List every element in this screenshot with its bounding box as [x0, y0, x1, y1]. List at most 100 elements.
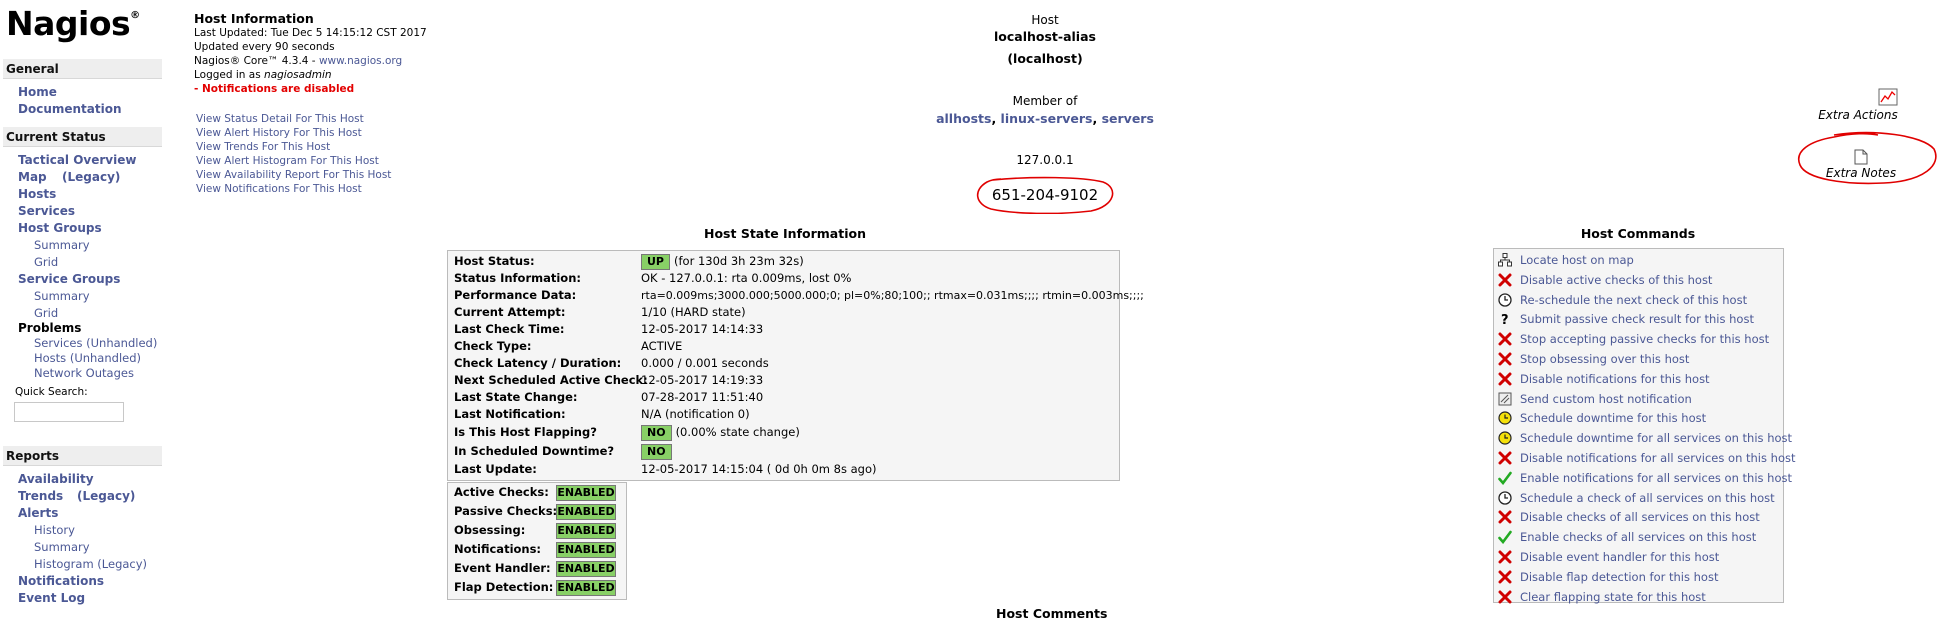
- last-updated: Last Updated: Tue Dec 5 14:15:12 CST 201…: [194, 27, 427, 39]
- nav-documentation[interactable]: Documentation: [18, 102, 122, 116]
- downtime-no-badge: NO: [641, 444, 672, 460]
- host-command-label[interactable]: Enable checks of all services on this ho…: [1520, 528, 1756, 546]
- nav-tactical-overview[interactable]: Tactical Overview: [18, 153, 136, 167]
- host-address: 127.0.0.1: [1016, 153, 1074, 167]
- nav-notifications[interactable]: Notifications: [18, 574, 104, 588]
- host-commands-title: Host Commands: [1580, 226, 1696, 241]
- host-command-label[interactable]: Schedule downtime for all services on th…: [1520, 429, 1792, 447]
- link-trends[interactable]: View Trends For This Host: [196, 140, 391, 154]
- host-command-label[interactable]: Disable flap detection for this host: [1520, 568, 1718, 586]
- checkmark-icon: [1498, 471, 1512, 485]
- red-x-icon: [1498, 372, 1512, 386]
- red-x-icon: [1498, 510, 1512, 524]
- section-reports: Reports: [3, 446, 162, 466]
- host-command-label[interactable]: Disable active checks of this host: [1520, 271, 1712, 289]
- nav-trends-legacy[interactable]: (Legacy): [77, 489, 135, 503]
- check-row: Obsessing: ENABLED: [454, 523, 616, 539]
- red-x-icon: [1498, 352, 1512, 366]
- nagios-logo[interactable]: Nagios®: [6, 4, 140, 43]
- host-groups-list: allhosts, linux-servers, servers: [936, 111, 1154, 126]
- check-row: Event Handler: ENABLED: [454, 561, 616, 577]
- update-interval: Updated every 90 seconds: [194, 41, 335, 53]
- clock-icon: [1498, 490, 1512, 505]
- link-notifications[interactable]: View Notifications For This Host: [196, 182, 391, 196]
- link-status-detail[interactable]: View Status Detail For This Host: [196, 112, 391, 126]
- nav-map[interactable]: Map: [18, 170, 47, 184]
- nav-service-groups[interactable]: Service Groups: [18, 272, 120, 286]
- nav-problems: Problems: [18, 321, 82, 335]
- quick-search-input[interactable]: [14, 402, 124, 422]
- sidebar: Nagios® General Home Documentation Curre…: [0, 0, 170, 615]
- host-command-label[interactable]: Disable checks of all services on this h…: [1520, 508, 1760, 526]
- version-line: Nagios® Core™ 4.3.4 - www.nagios.org: [194, 55, 403, 67]
- host-command-label[interactable]: Schedule downtime for this host: [1520, 409, 1706, 427]
- checkmark-icon: [1498, 530, 1512, 545]
- host-command-label[interactable]: Disable notifications for this host: [1520, 370, 1710, 388]
- host-state-table: Host Status: UP (for 130d 3h 23m 32s) Stat…: [447, 250, 1144, 481]
- nav-trends[interactable]: Trends: [18, 489, 63, 503]
- link-availability-report[interactable]: View Availability Report For This Host: [196, 168, 391, 182]
- nav-hosts[interactable]: Hosts: [18, 187, 56, 201]
- host-label: Host: [1031, 13, 1059, 27]
- nav-host-groups[interactable]: Host Groups: [18, 221, 102, 235]
- group-link-allhosts[interactable]: allhosts: [936, 111, 991, 126]
- check-row: Passive Checks: ENABLED: [454, 504, 616, 520]
- host-name: (localhost): [1007, 51, 1083, 66]
- nav-services[interactable]: Services: [18, 204, 75, 218]
- host-command-label[interactable]: Clear flapping state for this host: [1520, 588, 1706, 606]
- check-row: Active Checks: ENABLED: [454, 485, 616, 501]
- clock-icon: [1498, 292, 1512, 307]
- red-x-icon: [1498, 332, 1512, 346]
- nav-network-outages[interactable]: Network Outages: [34, 366, 134, 380]
- red-x-icon: [1498, 570, 1512, 584]
- host-command-label[interactable]: Disable event handler for this host: [1520, 548, 1719, 566]
- nav-hosts-unhandled[interactable]: Hosts (Unhandled): [34, 351, 141, 365]
- checks-table: Active Checks: ENABLED Passive Checks: ENA…: [447, 482, 627, 600]
- host-command-label[interactable]: Schedule a check of all services on this…: [1520, 489, 1775, 507]
- downtime-icon: [1498, 411, 1512, 425]
- extra-actions-label[interactable]: Extra Actions: [1818, 108, 1898, 122]
- nav-event-log[interactable]: Event Log: [18, 591, 85, 605]
- page-title: Host Information: [194, 11, 314, 26]
- host-command-label[interactable]: Stop obsessing over this host: [1520, 350, 1689, 368]
- chart-icon: [1878, 88, 1898, 106]
- link-alert-history[interactable]: View Alert History For This Host: [196, 126, 391, 140]
- nav-servicegroups-summary[interactable]: Summary: [34, 289, 90, 303]
- group-link-linux-servers[interactable]: linux-servers: [1001, 111, 1093, 126]
- host-command-label[interactable]: Send custom host notification: [1520, 390, 1692, 408]
- enabled-badge: ENABLED: [556, 542, 616, 558]
- extra-notes[interactable]: Extra Notes: [1796, 131, 1937, 185]
- host-links: View Status Detail For This Host View Al…: [196, 112, 391, 196]
- nav-home[interactable]: Home: [18, 85, 57, 99]
- host-alias: localhost-alias: [994, 29, 1096, 44]
- logged-in-user: nagiosadmin: [264, 69, 332, 81]
- host-command-label[interactable]: Locate host on map: [1520, 251, 1634, 269]
- nav-services-unhandled[interactable]: Services (Unhandled): [34, 336, 157, 350]
- nav-hostgroups-summary[interactable]: Summary: [34, 238, 90, 252]
- host-command-label[interactable]: Re-schedule the next check of this host: [1520, 291, 1747, 309]
- group-link-servers[interactable]: servers: [1102, 111, 1154, 126]
- extra-notes-label[interactable]: Extra Notes: [1796, 166, 1926, 180]
- extra-actions[interactable]: Extra Actions: [1808, 88, 1908, 122]
- nav-alerts-histogram[interactable]: Histogram (Legacy): [34, 557, 147, 571]
- host-command-label[interactable]: Submit passive check result for this hos…: [1520, 310, 1754, 328]
- host-command-label[interactable]: Stop accepting passive checks for this h…: [1520, 330, 1769, 348]
- nav-map-legacy[interactable]: (Legacy): [62, 170, 120, 184]
- phone-annotation: 651-204-9102: [973, 176, 1117, 214]
- enabled-badge: ENABLED: [556, 504, 616, 520]
- nav-servicegroups-grid[interactable]: Grid: [34, 306, 58, 320]
- nagios-org-link[interactable]: www.nagios.org: [319, 55, 402, 67]
- nav-alerts[interactable]: Alerts: [18, 506, 58, 520]
- link-alert-histogram[interactable]: View Alert Histogram For This Host: [196, 154, 391, 168]
- host-command-label[interactable]: Enable notifications for all services on…: [1520, 469, 1792, 487]
- nav-alerts-history[interactable]: History: [34, 523, 75, 537]
- host-phone: 651-204-9102: [991, 186, 1099, 204]
- host-command-label[interactable]: Disable notifications for all services o…: [1520, 449, 1795, 467]
- nav-alerts-summary[interactable]: Summary: [34, 540, 90, 554]
- nav-availability[interactable]: Availability: [18, 472, 94, 486]
- notifications-disabled-warning: - Notifications are disabled: [194, 83, 355, 95]
- nav-hostgroups-grid[interactable]: Grid: [34, 255, 58, 269]
- enabled-badge: ENABLED: [556, 561, 616, 577]
- host-info-panel: Host Information Last Updated: Tue Dec 5…: [194, 12, 427, 96]
- check-row: Flap Detection: ENABLED: [454, 580, 616, 596]
